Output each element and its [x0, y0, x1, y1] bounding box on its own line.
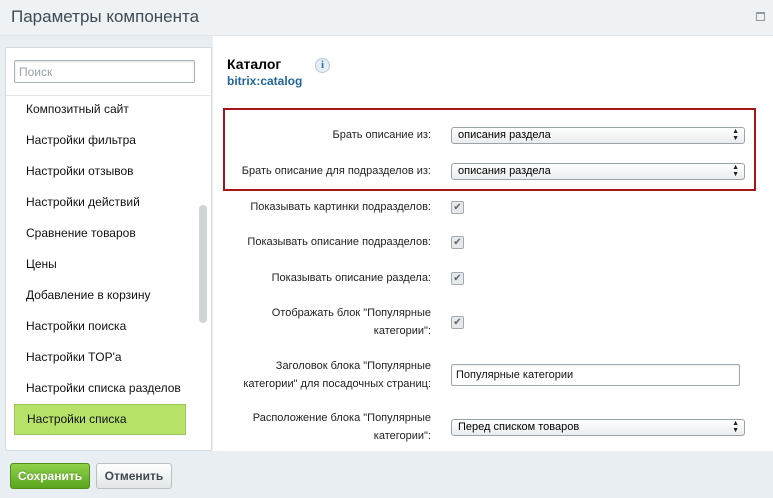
show-popular-block-label-line2: категории": [373, 325, 431, 337]
cancel-button[interactable]: Отменить [96, 463, 172, 489]
sidebar-item-action-settings[interactable]: Настройки действий [14, 187, 186, 218]
component-code: bitrix:catalog [227, 74, 303, 88]
popular-block-position-select[interactable]: Перед списком товаров ▲ ▼ [451, 419, 745, 436]
save-button[interactable]: Сохранить [10, 463, 90, 489]
window-title: Параметры компонента [11, 7, 200, 26]
desc-source-label: Брать описание из: [332, 129, 431, 141]
show-section-desc-label: Показывать описание раздела: [271, 272, 431, 284]
sidebar-item-top-settings[interactable]: Настройки TOP'а [14, 342, 186, 373]
info-icon[interactable]: i [315, 58, 330, 73]
footer: Сохранить Отменить [0, 451, 773, 498]
sidebar-item-review-settings[interactable]: Настройки отзывов [14, 156, 186, 187]
sidebar-item-filter-settings[interactable]: Настройки фильтра [14, 125, 186, 156]
subsection-desc-source-select[interactable]: описания раздела ▲ ▼ [451, 163, 745, 180]
sidebar: Композитный сайт Настройки фильтра Настр… [5, 47, 212, 451]
window-titlebar: Параметры компонента [0, 0, 773, 36]
maximize-icon[interactable] [756, 12, 765, 21]
show-subsection-pictures-label: Показывать картинки подразделов: [250, 201, 431, 213]
desc-source-select[interactable]: описания раздела ▲ ▼ [451, 127, 745, 144]
component-title: Каталог [227, 56, 282, 72]
checkmark-icon: ✔ [453, 317, 462, 328]
main-panel: Каталог bitrix:catalog i Брать описание … [213, 36, 773, 451]
sidebar-item-add-to-cart[interactable]: Добавление в корзину [14, 280, 186, 311]
popular-block-title-label-line1: Заголовок блока "Популярные [275, 360, 431, 372]
checkmark-icon: ✔ [453, 202, 462, 213]
show-popular-block-label: Отображать блок "Популярные категории": [213, 304, 431, 340]
popular-block-title-label: Заголовок блока "Популярные категории" д… [213, 357, 431, 393]
subsection-desc-source-value: описания раздела [458, 165, 551, 177]
show-popular-block-label-line1: Отображать блок "Популярные [271, 307, 431, 319]
select-arrows-icon: ▲ ▼ [732, 164, 739, 178]
subsection-desc-source-label: Брать описание для подразделов из: [241, 165, 431, 177]
checkmark-icon: ✔ [453, 237, 462, 248]
popular-block-position-value: Перед списком товаров [458, 421, 580, 433]
desc-source-value: описания раздела [458, 129, 551, 141]
sidebar-item-prices[interactable]: Цены [14, 249, 186, 280]
popular-block-position-label-line1: Расположение блока "Популярные [252, 412, 431, 424]
popular-block-position-label-line2: категории": [373, 430, 431, 442]
search-input[interactable] [14, 60, 195, 83]
popular-block-position-label: Расположение блока "Популярные категории… [213, 409, 431, 445]
popular-block-title-input[interactable] [451, 364, 740, 386]
checkmark-icon: ✔ [453, 273, 462, 284]
sidebar-item-composite-site[interactable]: Композитный сайт [14, 94, 186, 125]
sidebar-item-product-compare[interactable]: Сравнение товаров [14, 218, 186, 249]
sidebar-menu: Композитный сайт Настройки фильтра Настр… [14, 94, 186, 435]
popular-block-title-label-line2: категории" для посадочных страниц: [243, 378, 431, 390]
show-subsection-desc-label: Показывать описание подразделов: [247, 236, 431, 248]
show-subsection-desc-checkbox[interactable]: ✔ [451, 236, 464, 249]
show-section-desc-checkbox[interactable]: ✔ [451, 272, 464, 285]
select-arrows-icon: ▲ ▼ [732, 128, 739, 142]
sidebar-item-search-settings[interactable]: Настройки поиска [14, 311, 186, 342]
select-arrows-icon: ▲ ▼ [732, 420, 739, 434]
show-popular-block-checkbox[interactable]: ✔ [451, 316, 464, 329]
sidebar-item-list-settings[interactable]: Настройки списка [14, 404, 186, 435]
sidebar-item-section-list-settings[interactable]: Настройки списка разделов [14, 373, 186, 404]
sidebar-scrollbar[interactable] [199, 205, 207, 323]
show-subsection-pictures-checkbox[interactable]: ✔ [451, 201, 464, 214]
